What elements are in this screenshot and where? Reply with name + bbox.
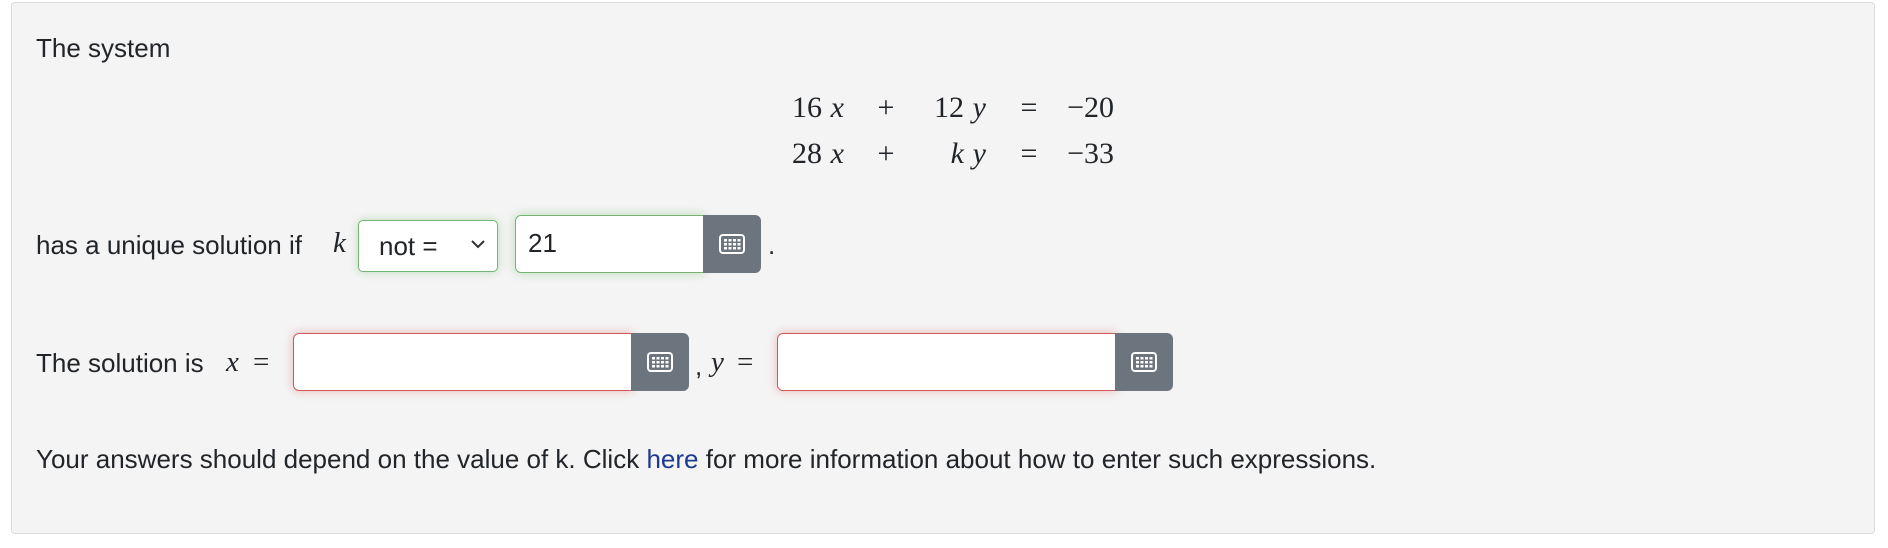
x-keypad-button[interactable] — [631, 333, 689, 391]
keyboard-grid-icon — [647, 352, 673, 372]
help-link[interactable]: here — [646, 444, 698, 474]
help-note-text: Your answers should depend on the value … — [36, 444, 640, 474]
equation-system: 16 x + 12 y = −20 28 x + k y = −33 — [780, 90, 1140, 174]
solution-x-label: x — [226, 346, 239, 378]
coefficient: 16 — [792, 91, 822, 124]
solution-y-label: y — [711, 346, 724, 378]
plus-sign: + — [877, 137, 895, 170]
coefficient: 12 — [934, 91, 964, 124]
equals-sign: = — [737, 346, 754, 378]
condition-text: has a unique solution if — [36, 230, 302, 260]
help-note: Your answers should depend on the value … — [36, 443, 1376, 475]
plus-sign: + — [877, 91, 895, 124]
variable-k: k — [333, 227, 346, 259]
equation-row-1: 16 x + 12 y = −20 — [780, 90, 1140, 126]
solution-text: The solution is — [36, 348, 204, 378]
k-value-input[interactable]: 21 — [515, 215, 705, 273]
intro-text: The system — [36, 33, 171, 63]
comma: , — [695, 351, 703, 381]
x-solution-input[interactable] — [293, 333, 633, 391]
variable-x: x — [830, 137, 844, 170]
relation-select[interactable]: not = — [358, 220, 498, 272]
equals-sign: = — [1020, 137, 1038, 170]
coefficient: 28 — [792, 137, 822, 170]
coefficient-k: k — [950, 137, 964, 170]
help-note-text-end: for more information about how to enter … — [705, 444, 1377, 474]
chevron-down-icon — [471, 240, 485, 249]
keyboard-grid-icon — [719, 234, 745, 254]
relation-select-value: not = — [379, 231, 438, 261]
equals-sign: = — [253, 346, 270, 378]
k-keypad-button[interactable] — [703, 215, 761, 273]
period: . — [768, 230, 776, 260]
right-hand-side: −33 — [1067, 137, 1114, 170]
variable-x: x — [830, 91, 844, 124]
equals-sign: = — [1020, 91, 1038, 124]
y-keypad-button[interactable] — [1115, 333, 1173, 391]
variable-y: y — [972, 137, 986, 170]
variable-y: y — [972, 91, 986, 124]
equation-row-2: 28 x + k y = −33 — [780, 136, 1140, 172]
right-hand-side: −20 — [1067, 91, 1114, 124]
y-solution-input[interactable] — [777, 333, 1117, 391]
keyboard-grid-icon — [1131, 352, 1157, 372]
